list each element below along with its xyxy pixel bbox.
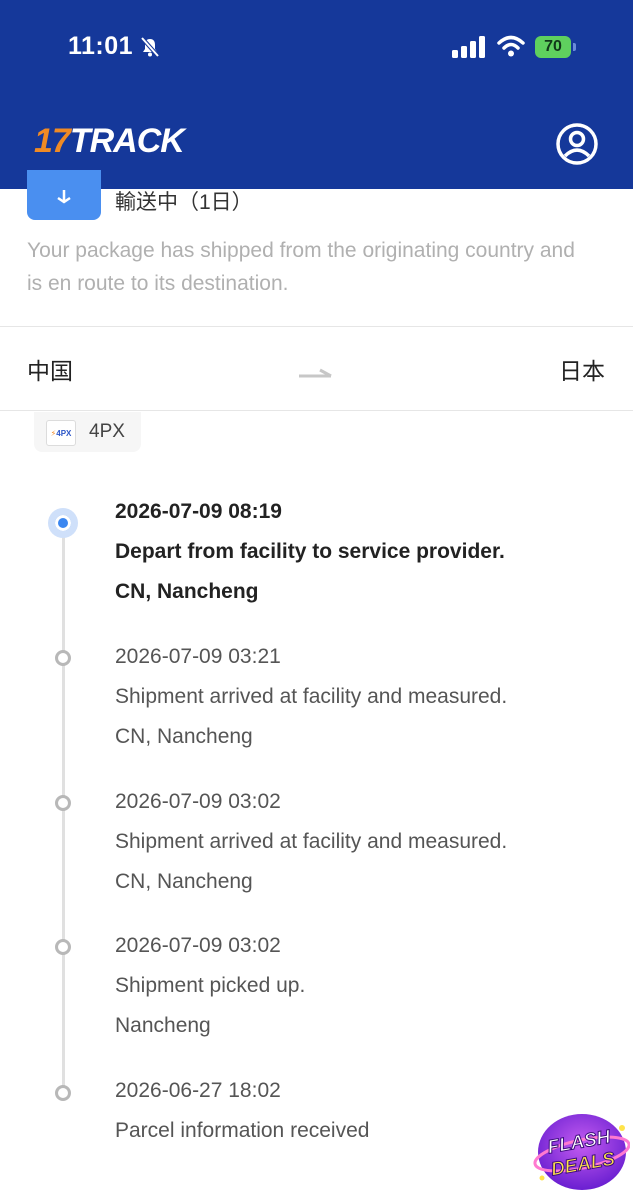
carrier-logo-text: 4PX <box>56 428 72 438</box>
event-datetime: 2026-07-09 03:02 <box>115 934 281 957</box>
divider <box>0 410 633 411</box>
flash-deals-badge[interactable]: FLASH DEALS <box>530 1108 630 1194</box>
timeline-dot <box>55 795 71 811</box>
event-datetime: 2026-07-09 03:21 <box>115 645 281 668</box>
status-label: 輸送中（1日） <box>115 191 253 214</box>
event-datetime: 2026-07-09 03:02 <box>115 790 281 813</box>
timeline-dot-active <box>48 508 78 538</box>
app-logo[interactable]: 17TRACK <box>34 122 185 161</box>
battery-tip <box>573 43 576 51</box>
event-datetime: 2026-07-09 08:19 <box>115 500 282 523</box>
event-location: Nancheng <box>115 1014 211 1037</box>
event-datetime: 2026-06-27 18:02 <box>115 1079 281 1102</box>
timeline-event: 2026-07-09 03:21 Shipment arrived at fac… <box>115 637 615 757</box>
logo-text: TRACK <box>69 122 185 160</box>
status-description: Your package has shipped from the origin… <box>27 239 575 295</box>
event-description: Shipment arrived at facility and measure… <box>115 685 508 708</box>
logo-number: 17 <box>34 122 71 160</box>
timeline-event: 2026-07-09 08:19 Depart from facility to… <box>115 492 615 612</box>
app-header: 11:01 70 17TRACK <box>0 0 633 189</box>
event-location: CN, Nancheng <box>115 725 253 748</box>
event-description: Shipment picked up. <box>115 974 306 997</box>
carrier-chip[interactable]: ⚡ 4PX 4PX <box>34 412 141 452</box>
wifi-icon <box>497 35 525 57</box>
route-origin: 中国 <box>27 358 73 384</box>
carrier-logo: ⚡ 4PX <box>46 420 76 446</box>
battery-level: 70 <box>535 36 571 58</box>
account-avatar-icon[interactable] <box>555 122 599 166</box>
event-description: Depart from facility to service provider… <box>115 540 505 563</box>
event-location: CN, Nancheng <box>115 580 259 603</box>
cellular-signal-icon <box>452 36 485 58</box>
timeline-dot <box>55 650 71 666</box>
carrier-name: 4PX <box>89 421 125 442</box>
route-destination: 日本 <box>559 358 605 384</box>
timeline-dot <box>55 1085 71 1101</box>
plane-icon <box>57 190 71 204</box>
battery-indicator: 70 <box>535 36 576 58</box>
divider <box>0 326 633 327</box>
timeline-dot <box>55 939 71 955</box>
event-description: Shipment arrived at facility and measure… <box>115 830 508 853</box>
status-time: 11:01 <box>68 32 134 60</box>
timeline-event: 2026-07-09 03:02 Shipment picked up. Nan… <box>115 926 615 1046</box>
route-arrow-icon <box>299 368 332 378</box>
event-location: CN, Nancheng <box>115 870 253 893</box>
timeline-event: 2026-07-09 03:02 Shipment arrived at fac… <box>115 782 615 902</box>
in-transit-status-icon <box>27 170 101 220</box>
bell-off-icon <box>140 36 160 58</box>
